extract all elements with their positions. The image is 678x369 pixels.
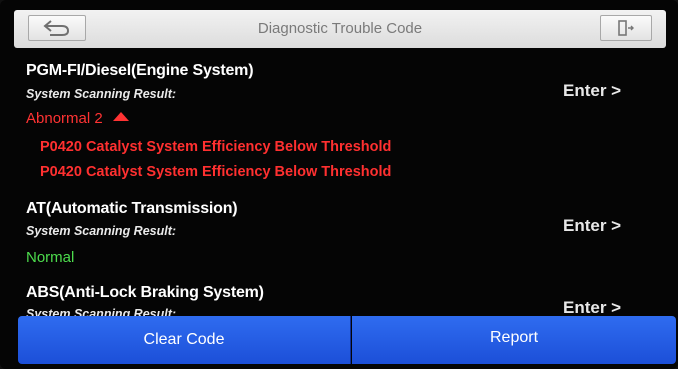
header-bar: Diagnostic Trouble Code bbox=[14, 10, 666, 48]
scan-result-label: System Scanning Result: bbox=[26, 87, 177, 101]
exit-button[interactable] bbox=[600, 15, 652, 41]
clear-code-button[interactable]: Clear Code bbox=[18, 316, 351, 364]
report-label: Report bbox=[489, 329, 539, 346]
status-text: Abnormal 2 bbox=[26, 110, 103, 127]
screen: Diagnostic Trouble Code PGM-FI/Diesel(En… bbox=[0, 0, 678, 369]
enter-button-engine[interactable]: Enter > bbox=[563, 81, 621, 101]
dtc-item: P0420 Catalyst System Efficiency Below T… bbox=[40, 139, 392, 155]
exit-door-icon bbox=[618, 20, 634, 36]
system-name-transmission: AT(Automatic Transmission) bbox=[26, 200, 238, 217]
enter-button-transmission[interactable]: Enter > bbox=[563, 216, 621, 236]
triangle-up-icon bbox=[112, 112, 129, 121]
system-name-engine: PGM-FI/Diesel(Engine System) bbox=[26, 62, 254, 79]
report-button[interactable]: Report bbox=[352, 316, 676, 364]
scan-result-label: System Scanning Result: bbox=[26, 224, 177, 238]
page-title: Diagnostic Trouble Code bbox=[257, 20, 423, 37]
enter-button-abs[interactable]: Enter > bbox=[563, 298, 621, 318]
system-name-abs: ABS(Anti-Lock Braking System) bbox=[26, 284, 264, 301]
status-abnormal[interactable]: Abnormal 2 bbox=[26, 110, 129, 127]
status-normal: Normal bbox=[26, 249, 75, 266]
dtc-item: P0420 Catalyst System Efficiency Below T… bbox=[40, 164, 392, 180]
bottom-button-bar: Clear Code Report bbox=[18, 316, 676, 364]
clear-code-label: Clear Code bbox=[143, 331, 225, 348]
